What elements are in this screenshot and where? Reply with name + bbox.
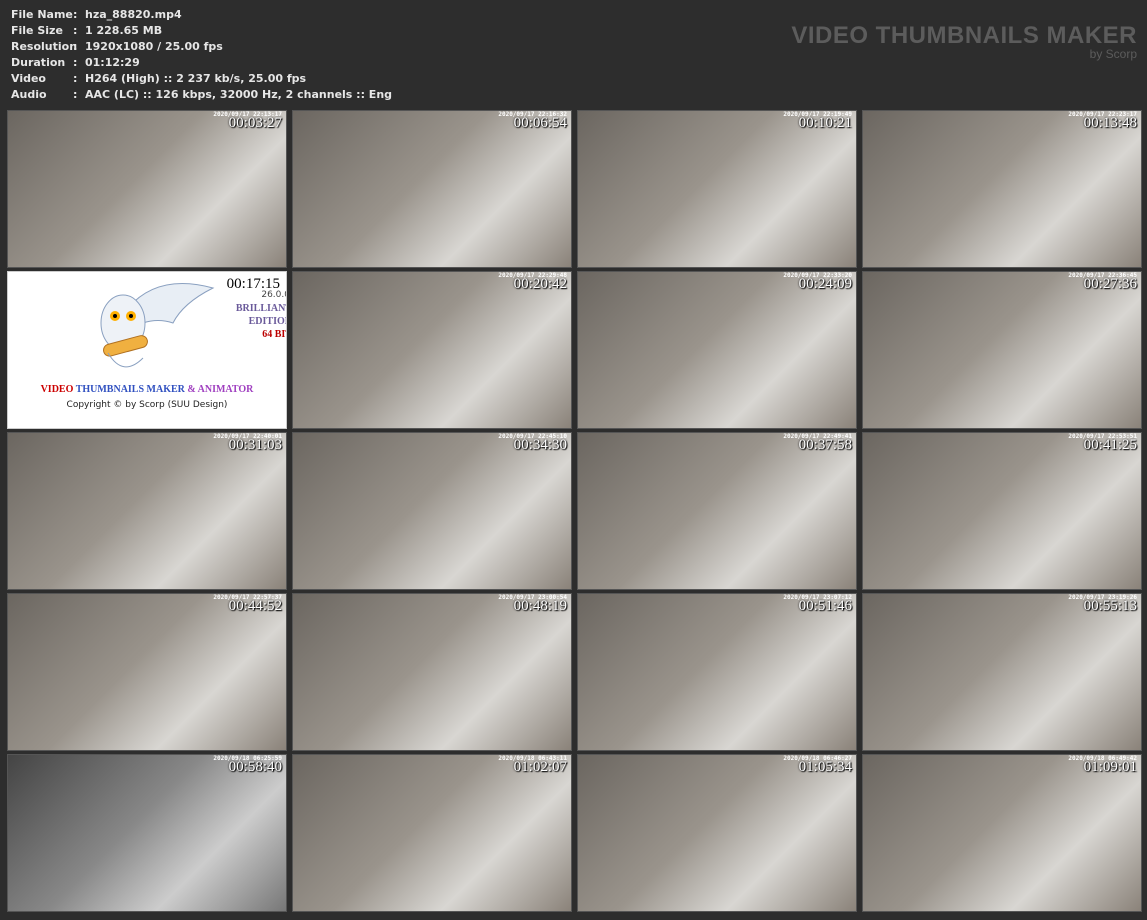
brand-title: VIDEO THUMBNAILS MAKER	[791, 22, 1137, 49]
timecode: 00:03:27	[228, 115, 282, 131]
info-separator: :	[73, 40, 78, 53]
info-row: Resolution:1920x1080 / 25.00 fps	[11, 39, 392, 55]
version: 26.0.0	[261, 290, 286, 300]
timecode: 01:02:07	[513, 759, 567, 775]
info-value: hza_88820.mp4	[85, 8, 182, 21]
timecode: 01:09:01	[1083, 759, 1137, 775]
product-name-part: & ANIMATOR	[187, 384, 254, 395]
video-thumbnail: 2020/09/17 22:13:17 00:03:27	[7, 110, 287, 268]
video-thumbnail: 2020/09/17 22:19:49 00:10:21	[577, 110, 857, 268]
timecode: 00:51:46	[798, 598, 852, 614]
info-key: Resolution	[11, 40, 78, 53]
video-thumbnail: 2020/09/17 22:45:10 00:34:30	[292, 432, 572, 590]
timecode: 00:55:13	[1083, 598, 1137, 614]
info-row: Video: H264 (High) :: 2 237 kb/s, 25.00 f…	[11, 71, 392, 87]
info-value: H264 (High) :: 2 237 kb/s, 25.00 fps	[85, 72, 307, 85]
info-separator: :	[73, 88, 78, 101]
info-row: Duration:01:12:29	[11, 55, 392, 71]
logo-tile: 00:17:15 26.0.0 BRILLIANTEDITION 64 BIT …	[7, 271, 287, 429]
video-thumbnail: 2020/09/17 22:29:48 00:20:42	[292, 271, 572, 429]
video-thumbnail: 2020/09/18 06:49:42 01:09:01	[862, 754, 1142, 912]
timecode: 00:37:58	[798, 437, 852, 453]
info-key: Duration	[11, 56, 66, 69]
timecode: 00:44:52	[228, 598, 282, 614]
info-separator: :	[73, 8, 78, 21]
video-thumbnail: 2020/09/18 06:43:11 01:02:07	[292, 754, 572, 912]
thumbnail-grid: 2020/09/17 22:13:17 00:03:27 2020/09/17 22…	[7, 110, 1142, 912]
timecode: 00:10:21	[798, 115, 852, 131]
product-name-part: THUMBNAILS MAKER	[75, 384, 188, 395]
info-value: AAC (LC) :: 126 kbps, 32000 Hz, 2 channe…	[85, 88, 393, 101]
video-thumbnail: 2020/09/17 23:00:54 00:48:19	[292, 593, 572, 751]
video-thumbnail: 2020/09/18 06:25:59 00:58:40	[7, 754, 287, 912]
brand-watermark: VIDEO THUMBNAILS MAKER by Scorp	[791, 22, 1137, 61]
edition: BRILLIANT EDITION	[235, 302, 287, 328]
product-name-part: VIDEO	[40, 384, 76, 395]
timecode: 00:34:30	[513, 437, 567, 453]
video-thumbnail: 2020/09/17 23:07:12 00:51:46	[577, 593, 857, 751]
edition-line: EDITION	[248, 316, 286, 327]
video-thumbnail: 2020/09/17 22:49:41 00:37:58	[577, 432, 857, 590]
video-thumbnail: 2020/09/17 22:33:20 00:24:09	[577, 271, 857, 429]
video-thumbnail: 2020/09/17 23:19:26 00:55:13	[862, 593, 1142, 751]
video-thumbnail: 2020/09/17 22:16:32 00:06:54	[292, 110, 572, 268]
info-value: 1 228.65 MB	[85, 24, 163, 37]
info-key: File Size	[11, 24, 63, 37]
info-key: Audio	[11, 88, 47, 101]
timecode: 00:27:36	[1083, 276, 1137, 292]
info-separator: :	[73, 24, 78, 37]
timecode: 01:05:34	[798, 759, 852, 775]
video-thumbnail: 2020/09/17 22:57:37 00:44:52	[7, 593, 287, 751]
video-thumbnail: 2020/09/17 22:53:51 00:41:25	[862, 432, 1142, 590]
info-key: File Name	[11, 8, 73, 21]
copyright: Copyright © by Scorp (SUU Design)	[66, 400, 228, 410]
info-key: Video	[11, 72, 46, 85]
video-thumbnail: 2020/09/17 22:40:01 00:31:03	[7, 432, 287, 590]
edition-line: BRILLIANT	[235, 303, 287, 314]
info-value: 01:12:29	[85, 56, 140, 69]
timecode: 00:31:03	[228, 437, 282, 453]
bits-label: 64 BIT	[262, 329, 286, 340]
video-thumbnail: 2020/09/17 22:23:17 00:13:48	[862, 110, 1142, 268]
info-row: File Name: hza_88820.mp4	[11, 7, 392, 23]
timecode: 00:20:42	[513, 276, 567, 292]
timecode: 00:06:54	[513, 115, 567, 131]
info-value: 1920x1080 / 25.00 fps	[85, 40, 223, 53]
timecode: 00:13:48	[1083, 115, 1137, 131]
timecode: 00:24:09	[798, 276, 852, 292]
video-thumbnail: 2020/09/17 22:36:45 00:27:36	[862, 271, 1142, 429]
info-row: File Size:1 228.65 MB	[11, 23, 392, 39]
info-separator: :	[73, 72, 78, 85]
timecode: 00:58:40	[228, 759, 282, 775]
video-thumbnail: 2020/09/18 06:46:27 01:05:34	[577, 754, 857, 912]
product-name: VIDEO THUMBNAILS MAKER & ANIMATOR	[8, 384, 286, 395]
timecode: 00:48:19	[513, 598, 567, 614]
owl-logo-icon	[100, 283, 215, 368]
timecode: 00:41:25	[1083, 437, 1137, 453]
info-row: Audio: AAC (LC) :: 126 kbps, 32000 Hz, 2 …	[11, 87, 392, 103]
info-separator: :	[73, 56, 78, 69]
file-info: File Name: hza_88820.mp4 File Size:1 228.6…	[11, 7, 392, 103]
